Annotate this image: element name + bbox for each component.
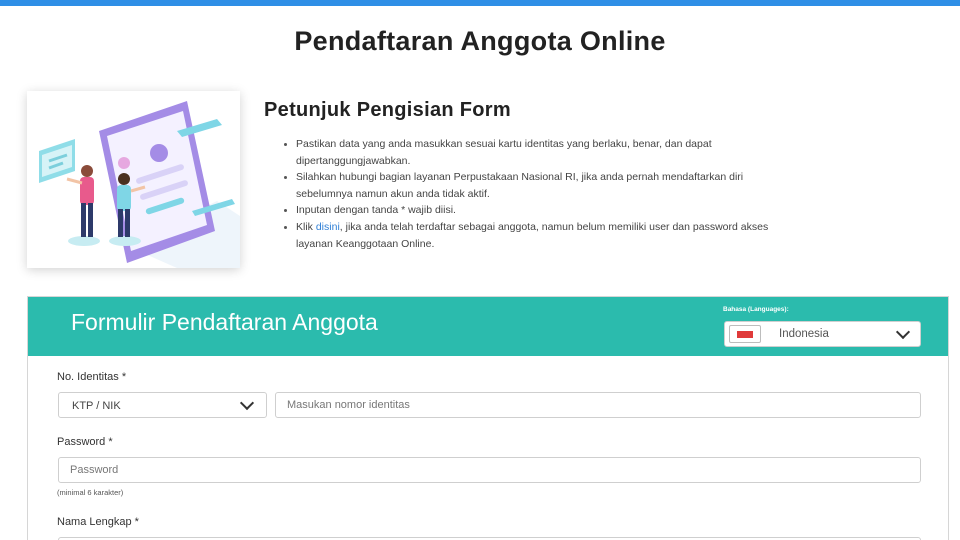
- guide-list: Pastikan data yang anda masukkan sesuai …: [264, 136, 784, 252]
- flag-red-band: [737, 331, 753, 338]
- fullname-label: Nama Lengkap *: [57, 516, 139, 528]
- registration-illustration: [27, 91, 240, 268]
- guide-item: Klik disini, jika anda telah terdaftar s…: [282, 219, 784, 252]
- language-label: Bahasa (Languages):: [723, 306, 789, 313]
- guide-item: Silahkan hubungi bagian layanan Perpusta…: [282, 169, 784, 202]
- language-value: Indonesia: [779, 328, 829, 340]
- guide-item: Inputan dengan tanda * wajib diisi.: [282, 202, 784, 219]
- guide-item-prefix: Klik: [296, 220, 316, 233]
- indonesia-flag-icon: [729, 325, 761, 343]
- language-select[interactable]: Indonesia: [724, 321, 921, 347]
- password-input[interactable]: [58, 457, 921, 483]
- form-guide: Petunjuk Pengisian Form Pastikan data ya…: [264, 99, 804, 252]
- identity-label: No. Identitas *: [57, 371, 127, 383]
- registration-form-card: Formulir Pendaftaran Anggota Bahasa (Lan…: [27, 296, 949, 540]
- password-hint: (minimal 6 karakter): [57, 488, 124, 497]
- disini-link[interactable]: disini: [316, 221, 340, 233]
- identity-type-value: KTP / NIK: [72, 400, 121, 412]
- form-header: Formulir Pendaftaran Anggota Bahasa (Lan…: [28, 297, 948, 356]
- chevron-down-icon: [895, 324, 911, 340]
- identity-type-select[interactable]: KTP / NIK: [58, 392, 267, 418]
- password-label: Password *: [57, 436, 113, 448]
- chevron-down-icon: [239, 395, 255, 411]
- illustration-graphic: [27, 91, 240, 268]
- form-title: Formulir Pendaftaran Anggota: [71, 309, 378, 335]
- guide-item: Pastikan data yang anda masukkan sesuai …: [282, 136, 784, 169]
- guide-item-suffix: , jika anda telah terdaftar sebagai angg…: [296, 220, 769, 250]
- identity-number-input[interactable]: [275, 392, 921, 418]
- page-title: Pendaftaran Anggota Online: [294, 26, 666, 56]
- guide-title: Petunjuk Pengisian Form: [264, 99, 511, 121]
- top-accent-bar: [0, 0, 960, 6]
